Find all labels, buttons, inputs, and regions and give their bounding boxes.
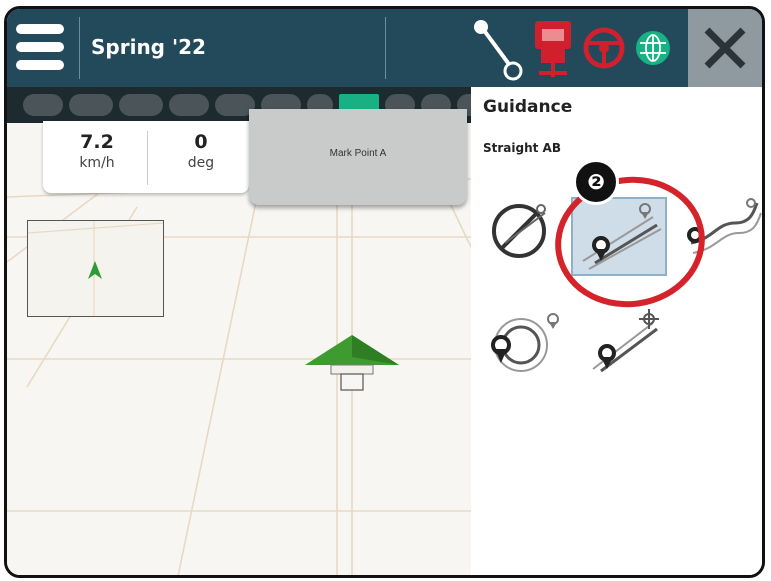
close-icon [704, 27, 746, 69]
divider [79, 17, 80, 79]
last-pass-icon[interactable] [583, 309, 663, 379]
steering-wheel-icon[interactable] [583, 27, 625, 69]
callout-highlight-ring [546, 167, 714, 317]
menu-icon [16, 42, 64, 52]
main-menu-button[interactable] [7, 9, 79, 87]
panel-title: Guidance [483, 97, 573, 117]
guidance-mode-label: Straight AB [483, 141, 561, 155]
job-name[interactable]: Spring '22 [91, 35, 206, 59]
menu-icon [16, 60, 64, 70]
divider [147, 131, 148, 185]
callout-number-badge: ❷ [573, 159, 619, 205]
section-indicator [69, 94, 113, 116]
close-button[interactable] [688, 9, 762, 87]
speed-value: 7.2 [80, 131, 114, 153]
implement-alert-icon[interactable] [533, 17, 573, 79]
circle-pivot-icon[interactable] [485, 309, 565, 379]
vehicle-icon [305, 335, 399, 391]
top-status-bar: Spring '22 [7, 9, 762, 87]
heading-value: 0 [194, 131, 208, 153]
heading-unit: deg [187, 155, 215, 171]
mark-point-label: Mark Point A [329, 148, 387, 159]
section-indicator [119, 94, 163, 116]
mini-map[interactable] [27, 220, 164, 317]
gnss-globe-icon[interactable] [633, 28, 673, 68]
menu-icon [16, 24, 64, 34]
section-indicator [23, 94, 63, 116]
no-guidance-icon[interactable] [489, 199, 553, 261]
guidance-panel: Guidance Straight AB ❷ [471, 87, 762, 575]
section-indicator [169, 94, 209, 116]
display-frame: 7.2 km/h 0 deg Mark Point A Spring '22 G… [4, 6, 765, 578]
speed-unit: km/h [79, 155, 115, 171]
ab-line-icon[interactable] [469, 15, 527, 83]
divider [385, 17, 386, 79]
minimap-vehicle-arrow-icon [88, 261, 102, 279]
mark-point-a-button[interactable]: Mark Point A [249, 109, 467, 205]
speed-heading-panel[interactable]: 7.2 km/h 0 deg [43, 121, 249, 193]
